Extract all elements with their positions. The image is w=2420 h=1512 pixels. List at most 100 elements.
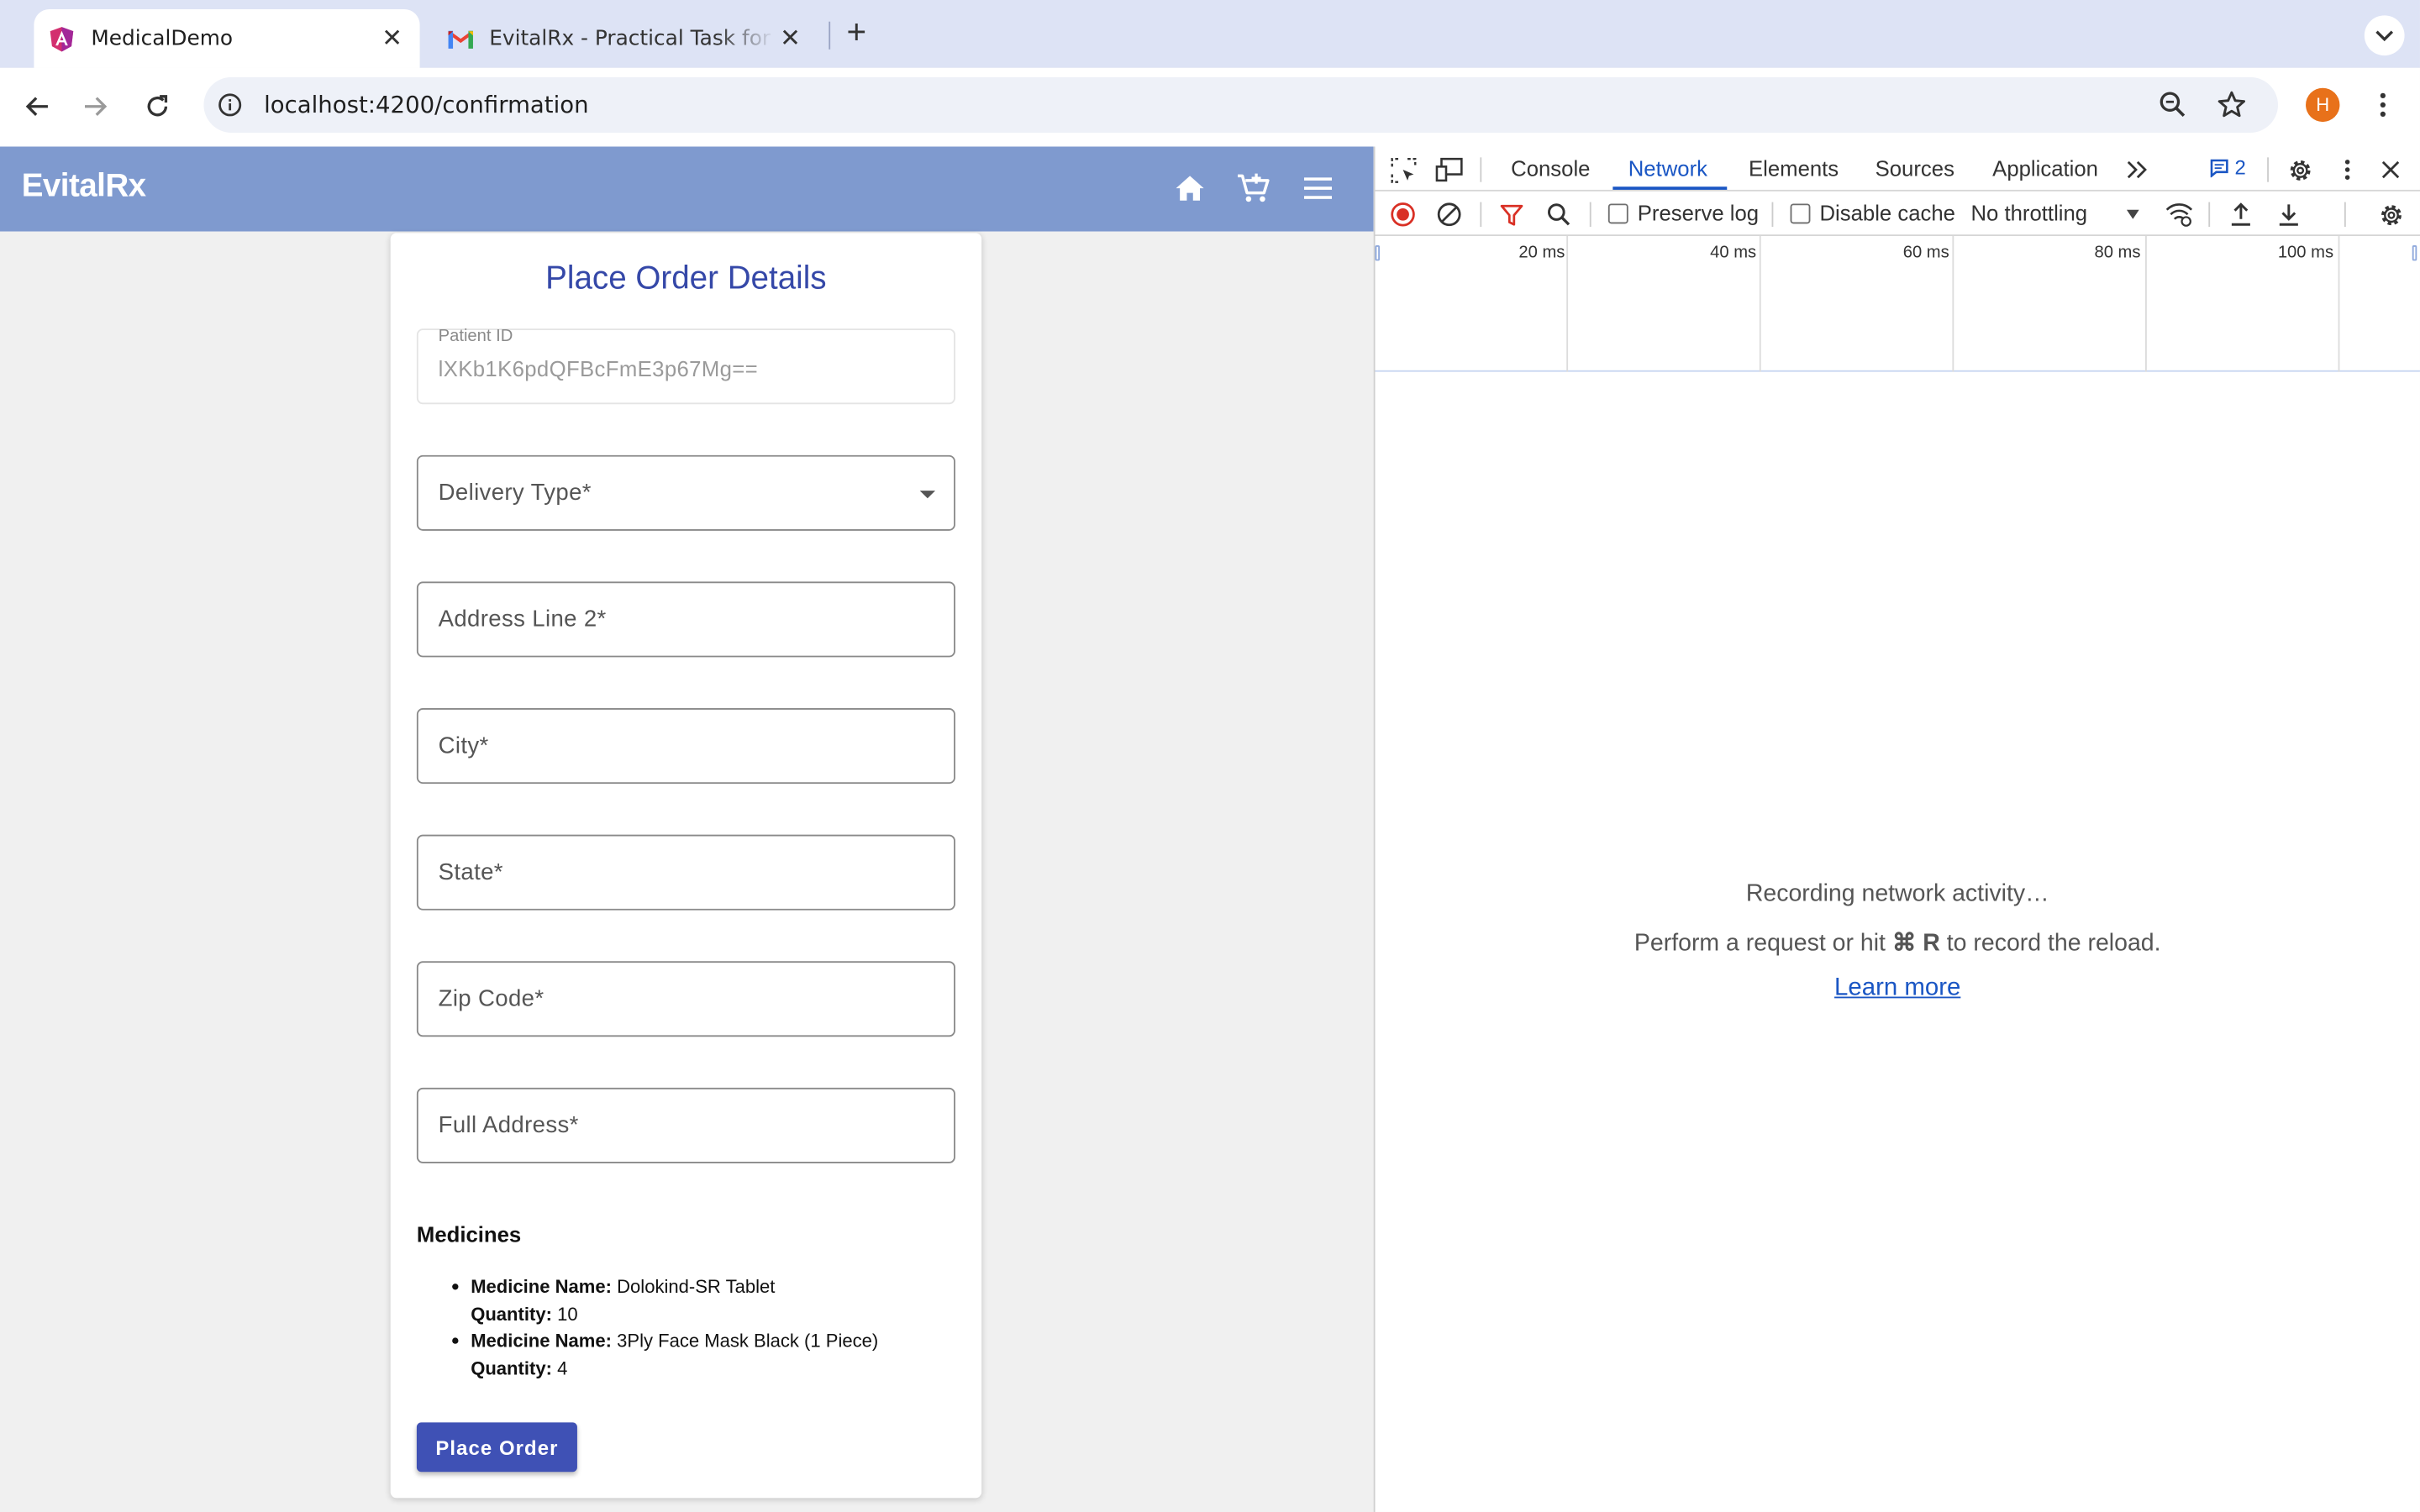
settings-gear-icon[interactable] <box>2284 155 2315 186</box>
medicine-list: Medicine Name: Dolokind-SR Tablet Quanti… <box>452 1274 965 1383</box>
home-icon[interactable] <box>1171 170 1208 207</box>
address-line-2-field[interactable]: Address Line 2* <box>416 581 955 658</box>
devtools-tab-bar: Console Network Elements Sources Applica… <box>1375 146 2420 192</box>
timeline-tick-label: 80 ms <box>2094 244 2141 263</box>
search-icon[interactable] <box>1544 199 1575 230</box>
state-field[interactable]: State* <box>416 834 955 911</box>
browser-menu-icon[interactable] <box>2367 87 2398 123</box>
learn-more-link[interactable]: Learn more <box>1375 975 2419 1003</box>
issues-counter[interactable]: 2 <box>2210 155 2246 180</box>
back-icon[interactable] <box>17 87 57 127</box>
list-item: Medicine Name: 3Ply Face Mask Black (1 P… <box>452 1328 965 1382</box>
zip-code-field[interactable]: Zip Code* <box>416 961 955 1037</box>
more-tabs-icon[interactable] <box>2122 155 2153 186</box>
close-tab-icon[interactable]: ✕ <box>376 24 408 55</box>
quantity-label: Quantity: <box>471 1357 552 1379</box>
url-text: localhost:4200/confirmation <box>264 91 589 119</box>
tab-search-chevron-icon[interactable] <box>2364 15 2405 56</box>
network-settings-gear-icon[interactable] <box>2375 199 2407 230</box>
full-address-placeholder: Full Address* <box>438 1112 579 1139</box>
devtools-menu-icon[interactable] <box>2332 155 2363 186</box>
city-placeholder: City* <box>438 732 489 759</box>
menu-icon[interactable] <box>1300 170 1337 207</box>
cart-icon[interactable] <box>1234 170 1271 207</box>
issues-count: 2 <box>2234 155 2246 180</box>
reload-hint-text: Perform a request or hit ⌘ R to record t… <box>1375 929 2419 958</box>
export-har-icon[interactable] <box>2273 199 2304 230</box>
angular-icon <box>48 24 76 52</box>
preserve-log-checkbox[interactable] <box>1607 203 1628 224</box>
medicine-quantity: 10 <box>557 1303 578 1325</box>
import-har-icon[interactable] <box>2226 199 2257 230</box>
app-viewport: EvitalRx Place Order Details Patient ID … <box>0 146 1374 1512</box>
tab-console[interactable]: Console <box>1511 156 1590 181</box>
address-line-2-placeholder: Address Line 2* <box>438 606 607 633</box>
separator <box>1589 202 1591 227</box>
network-conditions-icon[interactable] <box>2164 199 2195 230</box>
site-info-icon[interactable] <box>216 91 244 118</box>
tab-application[interactable]: Application <box>1992 156 2098 181</box>
tab-title: MedicalDemo <box>91 26 234 51</box>
tab-elements[interactable]: Elements <box>1749 156 1839 181</box>
app-header: EvitalRx <box>0 146 1374 232</box>
separator <box>2208 202 2211 227</box>
forward-icon[interactable] <box>76 87 116 127</box>
patient-id-label: Patient ID <box>438 327 513 346</box>
separator <box>1480 157 1482 182</box>
order-details-card: Place Order Details Patient ID lXKb1K6pd… <box>390 233 982 1499</box>
separator <box>2344 202 2346 227</box>
disable-cache-checkbox[interactable] <box>1790 203 1811 224</box>
recording-status-text: Recording network activity… <box>1745 880 2049 907</box>
app-brand[interactable]: EvitalRx <box>22 168 146 205</box>
list-item: Medicine Name: Dolokind-SR Tablet Quanti… <box>452 1274 965 1328</box>
place-order-button[interactable]: Place Order <box>416 1422 577 1473</box>
quantity-label: Quantity: <box>471 1303 552 1325</box>
reload-hint-pre: Perform a request or hit <box>1634 930 1886 957</box>
new-tab-icon[interactable]: + <box>839 14 873 50</box>
device-toolbar-icon[interactable] <box>1434 155 1465 186</box>
patient-id-field[interactable]: Patient ID lXKb1K6pdQFBcFmE3p67Mg== <box>416 327 955 405</box>
separator <box>1771 202 1774 227</box>
timeline-gridline <box>1759 236 1761 372</box>
full-address-field[interactable]: Full Address* <box>416 1087 955 1163</box>
medicine-name: Dolokind-SR Tablet <box>617 1275 776 1298</box>
separator <box>2267 157 2269 182</box>
tab-evitalrx-gmail[interactable]: EvitalRx - Practical Task for Angular De… <box>432 9 818 68</box>
tab-network[interactable]: Network <box>1628 156 1707 181</box>
separator <box>1480 202 1482 227</box>
zip-code-placeholder: Zip Code* <box>438 985 544 1012</box>
delivery-type-select[interactable]: Delivery Type* <box>416 454 955 531</box>
timeline-right-handle[interactable] <box>2412 245 2417 261</box>
bookmark-star-icon[interactable] <box>2217 90 2248 129</box>
close-tab-icon[interactable]: ✕ <box>775 24 806 55</box>
tab-sources[interactable]: Sources <box>1876 156 1954 181</box>
record-stop-icon[interactable] <box>1387 199 1418 230</box>
throttling-select[interactable]: No throttling <box>1970 201 2087 225</box>
medicines-heading: Medicines <box>416 1221 522 1247</box>
zoom-icon[interactable] <box>2158 90 2189 129</box>
city-field[interactable]: City* <box>416 708 955 785</box>
inspect-element-icon[interactable] <box>1387 155 1418 186</box>
clear-icon[interactable] <box>1434 199 1465 230</box>
tab-medicaldemo[interactable]: MedicalDemo ✕ <box>34 9 420 68</box>
address-bar[interactable]: localhost:4200/confirmation <box>203 76 2278 133</box>
state-placeholder: State* <box>438 859 503 886</box>
tab-separator <box>829 21 831 50</box>
timeline-tick-label: 60 ms <box>1902 244 1949 263</box>
timeline-gridline <box>1566 236 1569 372</box>
network-overview-timeline[interactable]: 20 ms 40 ms 60 ms 80 ms 100 ms <box>1375 236 2420 372</box>
medicine-name-label: Medicine Name: <box>471 1330 612 1352</box>
reload-icon[interactable] <box>137 87 177 127</box>
timeline-gridline <box>2145 236 2147 372</box>
timeline-tick-label: 20 ms <box>1518 244 1565 263</box>
delivery-type-placeholder: Delivery Type* <box>438 480 592 507</box>
throttling-dropdown-icon <box>2126 209 2139 219</box>
medicine-name: 3Ply Face Mask Black (1 Piece) <box>617 1330 879 1352</box>
filter-icon[interactable] <box>1496 199 1527 230</box>
profile-avatar[interactable]: H <box>2306 87 2340 123</box>
network-toolbar: Preserve log Disable cache No throttling <box>1375 192 2420 237</box>
close-devtools-icon[interactable] <box>2375 155 2407 186</box>
learn-more-text[interactable]: Learn more <box>1834 975 1960 1001</box>
timeline-left-handle[interactable] <box>1375 245 1381 261</box>
browser-toolbar: localhost:4200/confirmation H <box>0 67 2420 147</box>
